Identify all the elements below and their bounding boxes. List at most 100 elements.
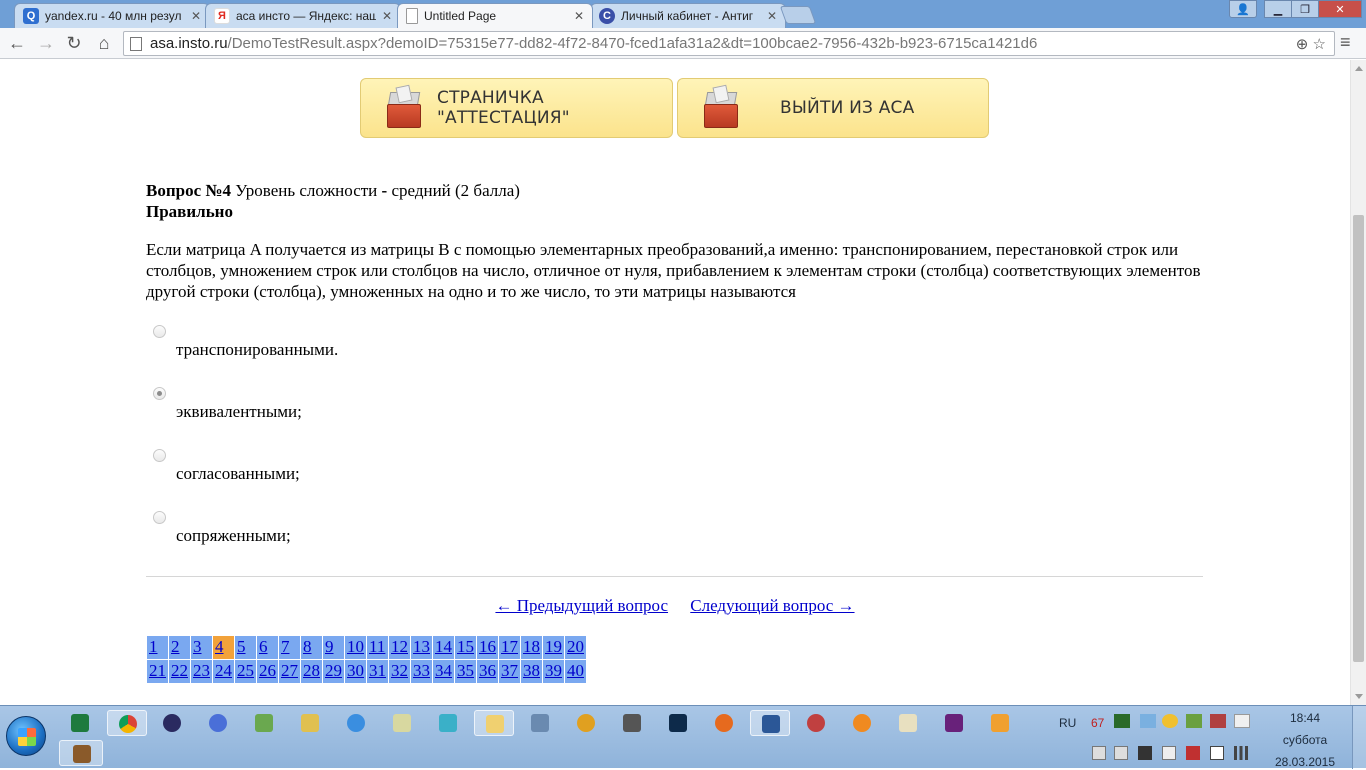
taskbar-wifi[interactable] [382,710,422,736]
question-link[interactable]: 11 [367,636,389,660]
tray-app-icon[interactable] [1234,714,1250,728]
minimize-button[interactable]: ▁ [1264,0,1292,18]
question-link[interactable]: 31 [367,660,389,684]
question-link[interactable]: 40 [565,660,587,684]
question-link[interactable]: 22 [169,660,191,684]
question-link[interactable]: 5 [235,636,257,660]
taskbar-chrome[interactable] [107,710,147,736]
taskbar-excel[interactable] [60,710,100,736]
speaker-icon[interactable] [1114,746,1128,760]
question-link[interactable]: 26 [257,660,279,684]
maximize-button[interactable]: ❐ [1291,0,1319,18]
taskbar-video[interactable] [980,710,1020,736]
language-indicator[interactable]: RU [1059,716,1076,730]
question-link[interactable]: 19 [543,636,565,660]
attestation-page-button[interactable]: СТРАНИЧКА "АТТЕСТАЦИЯ" [360,78,673,138]
question-link[interactable]: 17 [499,636,521,660]
question-link[interactable]: 27 [279,660,301,684]
question-link[interactable]: 3 [191,636,213,660]
nvidia-icon[interactable] [1114,714,1130,728]
radio-button[interactable] [153,449,166,462]
taskbar-app-triangle[interactable] [566,710,606,736]
question-link[interactable]: 23 [191,660,213,684]
tab-antiplagiat[interactable]: C Личный кабинет - Антиг ✕ [590,3,786,28]
taskbar-app-clock[interactable] [796,710,836,736]
question-link[interactable]: 30 [345,660,367,684]
scroll-up-arrow[interactable] [1355,66,1363,71]
close-icon[interactable]: ✕ [191,9,201,23]
reload-button[interactable]: ↻ [63,32,85,54]
scrollbar-thumb[interactable] [1353,215,1364,662]
taskbar-app-grid[interactable] [888,710,928,736]
question-link[interactable]: 18 [521,636,543,660]
question-link[interactable]: 28 [301,660,323,684]
question-link[interactable]: 1 [147,636,169,660]
taskbar-app-blue[interactable] [428,710,468,736]
tab-untitled-page[interactable]: Untitled Page ✕ [397,3,593,28]
taskbar-word[interactable] [750,710,790,736]
question-link[interactable]: 32 [389,660,411,684]
question-link[interactable]: 16 [477,636,499,660]
scroll-down-arrow[interactable] [1355,694,1363,699]
question-link[interactable]: 15 [455,636,477,660]
tray-app-icon[interactable] [1162,714,1178,728]
tab-asa-insto-search[interactable]: Я аса инсто — Яндекс: наш ✕ [205,3,401,28]
tray-app-icon[interactable] [1186,714,1202,728]
taskbar-ie[interactable] [336,710,376,736]
question-link[interactable]: 6 [257,636,279,660]
taskbar-photoshop[interactable] [658,710,698,736]
question-link[interactable]: 10 [345,636,367,660]
taskbar-firefox[interactable] [704,710,744,736]
taskbar-app-tree[interactable] [244,710,284,736]
question-link[interactable]: 29 [323,660,345,684]
question-link[interactable]: 20 [565,636,587,660]
network-signal-icon[interactable] [1234,746,1248,760]
taskbar-app-2[interactable] [842,710,882,736]
previous-question-link[interactable]: ← Предыдущий вопрос [495,596,668,615]
taskbar-media[interactable] [152,710,192,736]
question-link[interactable]: 2 [169,636,191,660]
radio-button[interactable] [153,511,166,524]
action-center-flag-icon[interactable] [1162,746,1176,760]
question-link[interactable]: 38 [521,660,543,684]
user-profile-icon[interactable]: 👤 [1229,0,1257,18]
question-link[interactable]: 33 [411,660,433,684]
tray-counter[interactable]: 67 [1091,716,1104,730]
taskbar-winrar[interactable] [59,740,103,766]
power-icon[interactable] [1210,746,1224,760]
taskbar-audio[interactable] [520,710,560,736]
back-button[interactable]: ← [6,32,28,54]
forward-button[interactable]: → [35,32,57,54]
home-button[interactable]: ⌂ [93,32,115,54]
tray-app-icon[interactable] [1210,714,1226,728]
chrome-menu-icon[interactable]: ≡ [1340,32,1351,53]
question-link[interactable]: 8 [301,636,323,660]
zoom-icon[interactable]: ⊕ [1296,36,1309,53]
next-question-link[interactable]: Следующий вопрос → [690,596,854,615]
question-link[interactable]: 14 [433,636,455,660]
page-info-icon[interactable] [130,36,142,51]
taskbar-camera[interactable] [612,710,652,736]
close-icon[interactable]: ✕ [574,9,584,23]
question-link[interactable]: 12 [389,636,411,660]
taskbar-app-folder[interactable] [290,710,330,736]
logout-button[interactable]: ВЫЙТИ ИЗ АСА [677,78,989,138]
close-window-button[interactable]: ✕ [1318,0,1362,18]
taskbar-clock[interactable]: 18:44 суббота 28.03.2015 [1270,710,1340,770]
question-link[interactable]: 25 [235,660,257,684]
taskbar-explorer[interactable] [474,710,514,736]
vertical-scrollbar[interactable] [1350,60,1366,705]
close-icon[interactable]: ✕ [382,9,392,23]
start-button[interactable] [6,716,46,756]
question-link[interactable]: 24 [213,660,235,684]
show-desktop-button[interactable] [1352,706,1366,769]
question-link[interactable]: 21 [147,660,169,684]
question-link[interactable]: 35 [455,660,477,684]
volume-icon[interactable] [1186,746,1200,760]
question-link[interactable]: 9 [323,636,345,660]
radio-button[interactable] [153,325,166,338]
question-link[interactable]: 7 [279,636,301,660]
radio-button-selected[interactable] [153,387,166,400]
question-link[interactable]: 13 [411,636,433,660]
question-link-current[interactable]: 4 [213,636,235,660]
